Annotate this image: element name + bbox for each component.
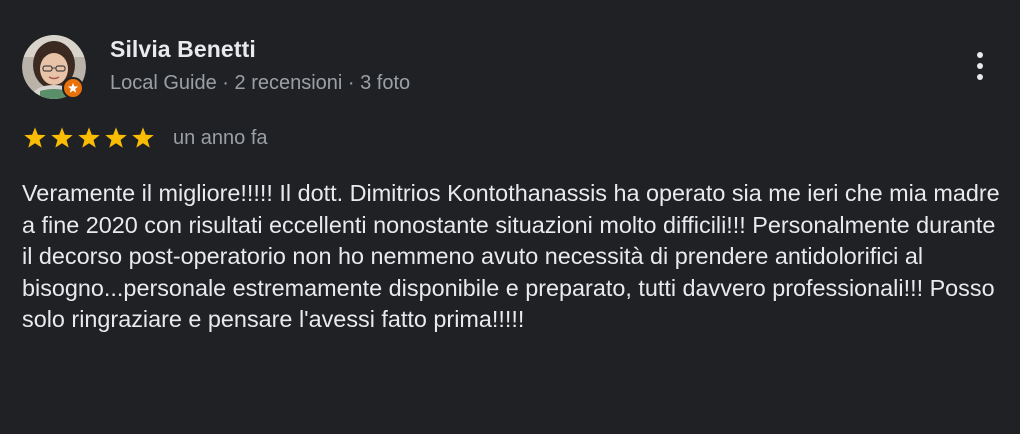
author-avatar[interactable]: [22, 35, 86, 99]
author-name[interactable]: Silvia Benetti: [110, 36, 256, 63]
review-date: un anno fa: [173, 126, 268, 149]
review-card: Silvia Benetti Local Guide · 2 recension…: [0, 0, 1020, 434]
review-text: Veramente il migliore!!!!! Il dott. Dimi…: [22, 180, 1000, 333]
star-icon: [105, 127, 127, 148]
more-vert-icon-dot: [977, 52, 983, 58]
local-guide-badge-icon: [62, 77, 84, 99]
author-meta[interactable]: Local Guide · 2 recensioni · 3 foto: [110, 72, 410, 95]
star-icon: [67, 82, 79, 93]
star-icon: [78, 127, 100, 148]
rating-row: un anno fa: [22, 124, 268, 152]
star-icon: [132, 127, 154, 148]
more-vert-icon-dot: [977, 63, 983, 69]
star-rating: [22, 125, 156, 151]
more-vert-icon-dot: [977, 74, 983, 80]
star-icon: [51, 127, 73, 148]
star-icon: [24, 127, 46, 148]
more-options-button[interactable]: [962, 46, 998, 86]
